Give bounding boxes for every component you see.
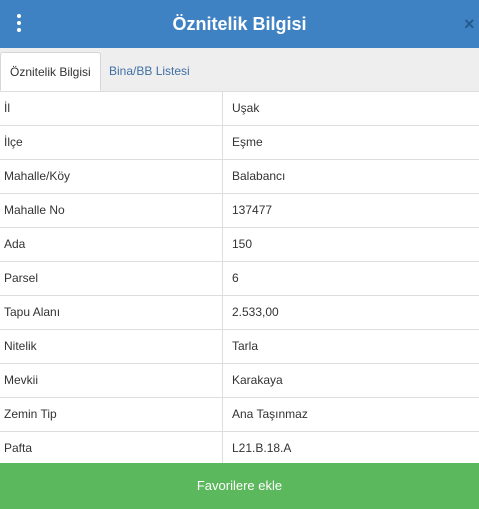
row-label: İlçe <box>0 126 223 159</box>
row-label: Ada <box>0 228 223 261</box>
row-value: 137477 <box>232 203 273 217</box>
tab-bina-bb-listesi[interactable]: Bina/BB Listesi <box>100 52 199 91</box>
table-row: Mahalle/Köy Balabancı <box>0 160 479 194</box>
table-row: Mahalle No 137477 <box>0 194 479 228</box>
tab-oznitelik-bilgisi[interactable]: Öznitelik Bilgisi <box>0 52 101 91</box>
table-row: Mevkii Karakaya <box>0 364 479 398</box>
row-label: İl <box>0 92 223 125</box>
row-value: Uşak <box>232 101 260 115</box>
row-label: Zemin Tip <box>0 398 223 431</box>
table-row: Zemin Tip Ana Taşınmaz <box>0 398 479 432</box>
table-row: Pafta L21.B.18.A <box>0 432 479 466</box>
menu-dot <box>17 28 21 32</box>
row-label: Mahalle/Köy <box>0 160 223 193</box>
row-value: Tarla <box>232 339 259 353</box>
menu-dot <box>17 21 21 25</box>
row-value: Balabancı <box>232 169 286 183</box>
row-value: L21.B.18.A <box>232 441 292 455</box>
close-icon[interactable]: × <box>464 13 479 35</box>
row-value: Eşme <box>232 135 263 149</box>
table-row: İl Uşak <box>0 92 479 126</box>
row-label: Parsel <box>0 262 223 295</box>
row-value: 6 <box>232 271 239 285</box>
row-value: Karakaya <box>232 373 283 387</box>
row-value: 2.533,00 <box>232 305 279 319</box>
row-label: Nitelik <box>0 330 223 363</box>
row-label: Tapu Alanı <box>0 296 223 329</box>
add-to-favorites-button[interactable]: Favorilere ekle <box>0 463 479 509</box>
attribute-table: İl Uşak İlçe Eşme Mahalle/Köy Balabancı … <box>0 91 479 466</box>
tab-bar: Öznitelik Bilgisi Bina/BB Listesi <box>0 48 479 91</box>
row-label: Mevkii <box>0 364 223 397</box>
page-title: Öznitelik Bilgisi <box>172 14 307 34</box>
row-label: Pafta <box>0 432 223 465</box>
table-row: Parsel 6 <box>0 262 479 296</box>
menu-dot <box>17 14 21 18</box>
table-row: Nitelik Tarla <box>0 330 479 364</box>
header-bar: Öznitelik Bilgisi × <box>0 0 479 48</box>
table-row: İlçe Eşme <box>0 126 479 160</box>
table-row: Tapu Alanı 2.533,00 <box>0 296 479 330</box>
table-row: Ada 150 <box>0 228 479 262</box>
row-label: Mahalle No <box>0 194 223 227</box>
vertical-dots-icon[interactable] <box>15 12 23 34</box>
row-value: Ana Taşınmaz <box>232 407 308 421</box>
row-value: 150 <box>232 237 253 251</box>
